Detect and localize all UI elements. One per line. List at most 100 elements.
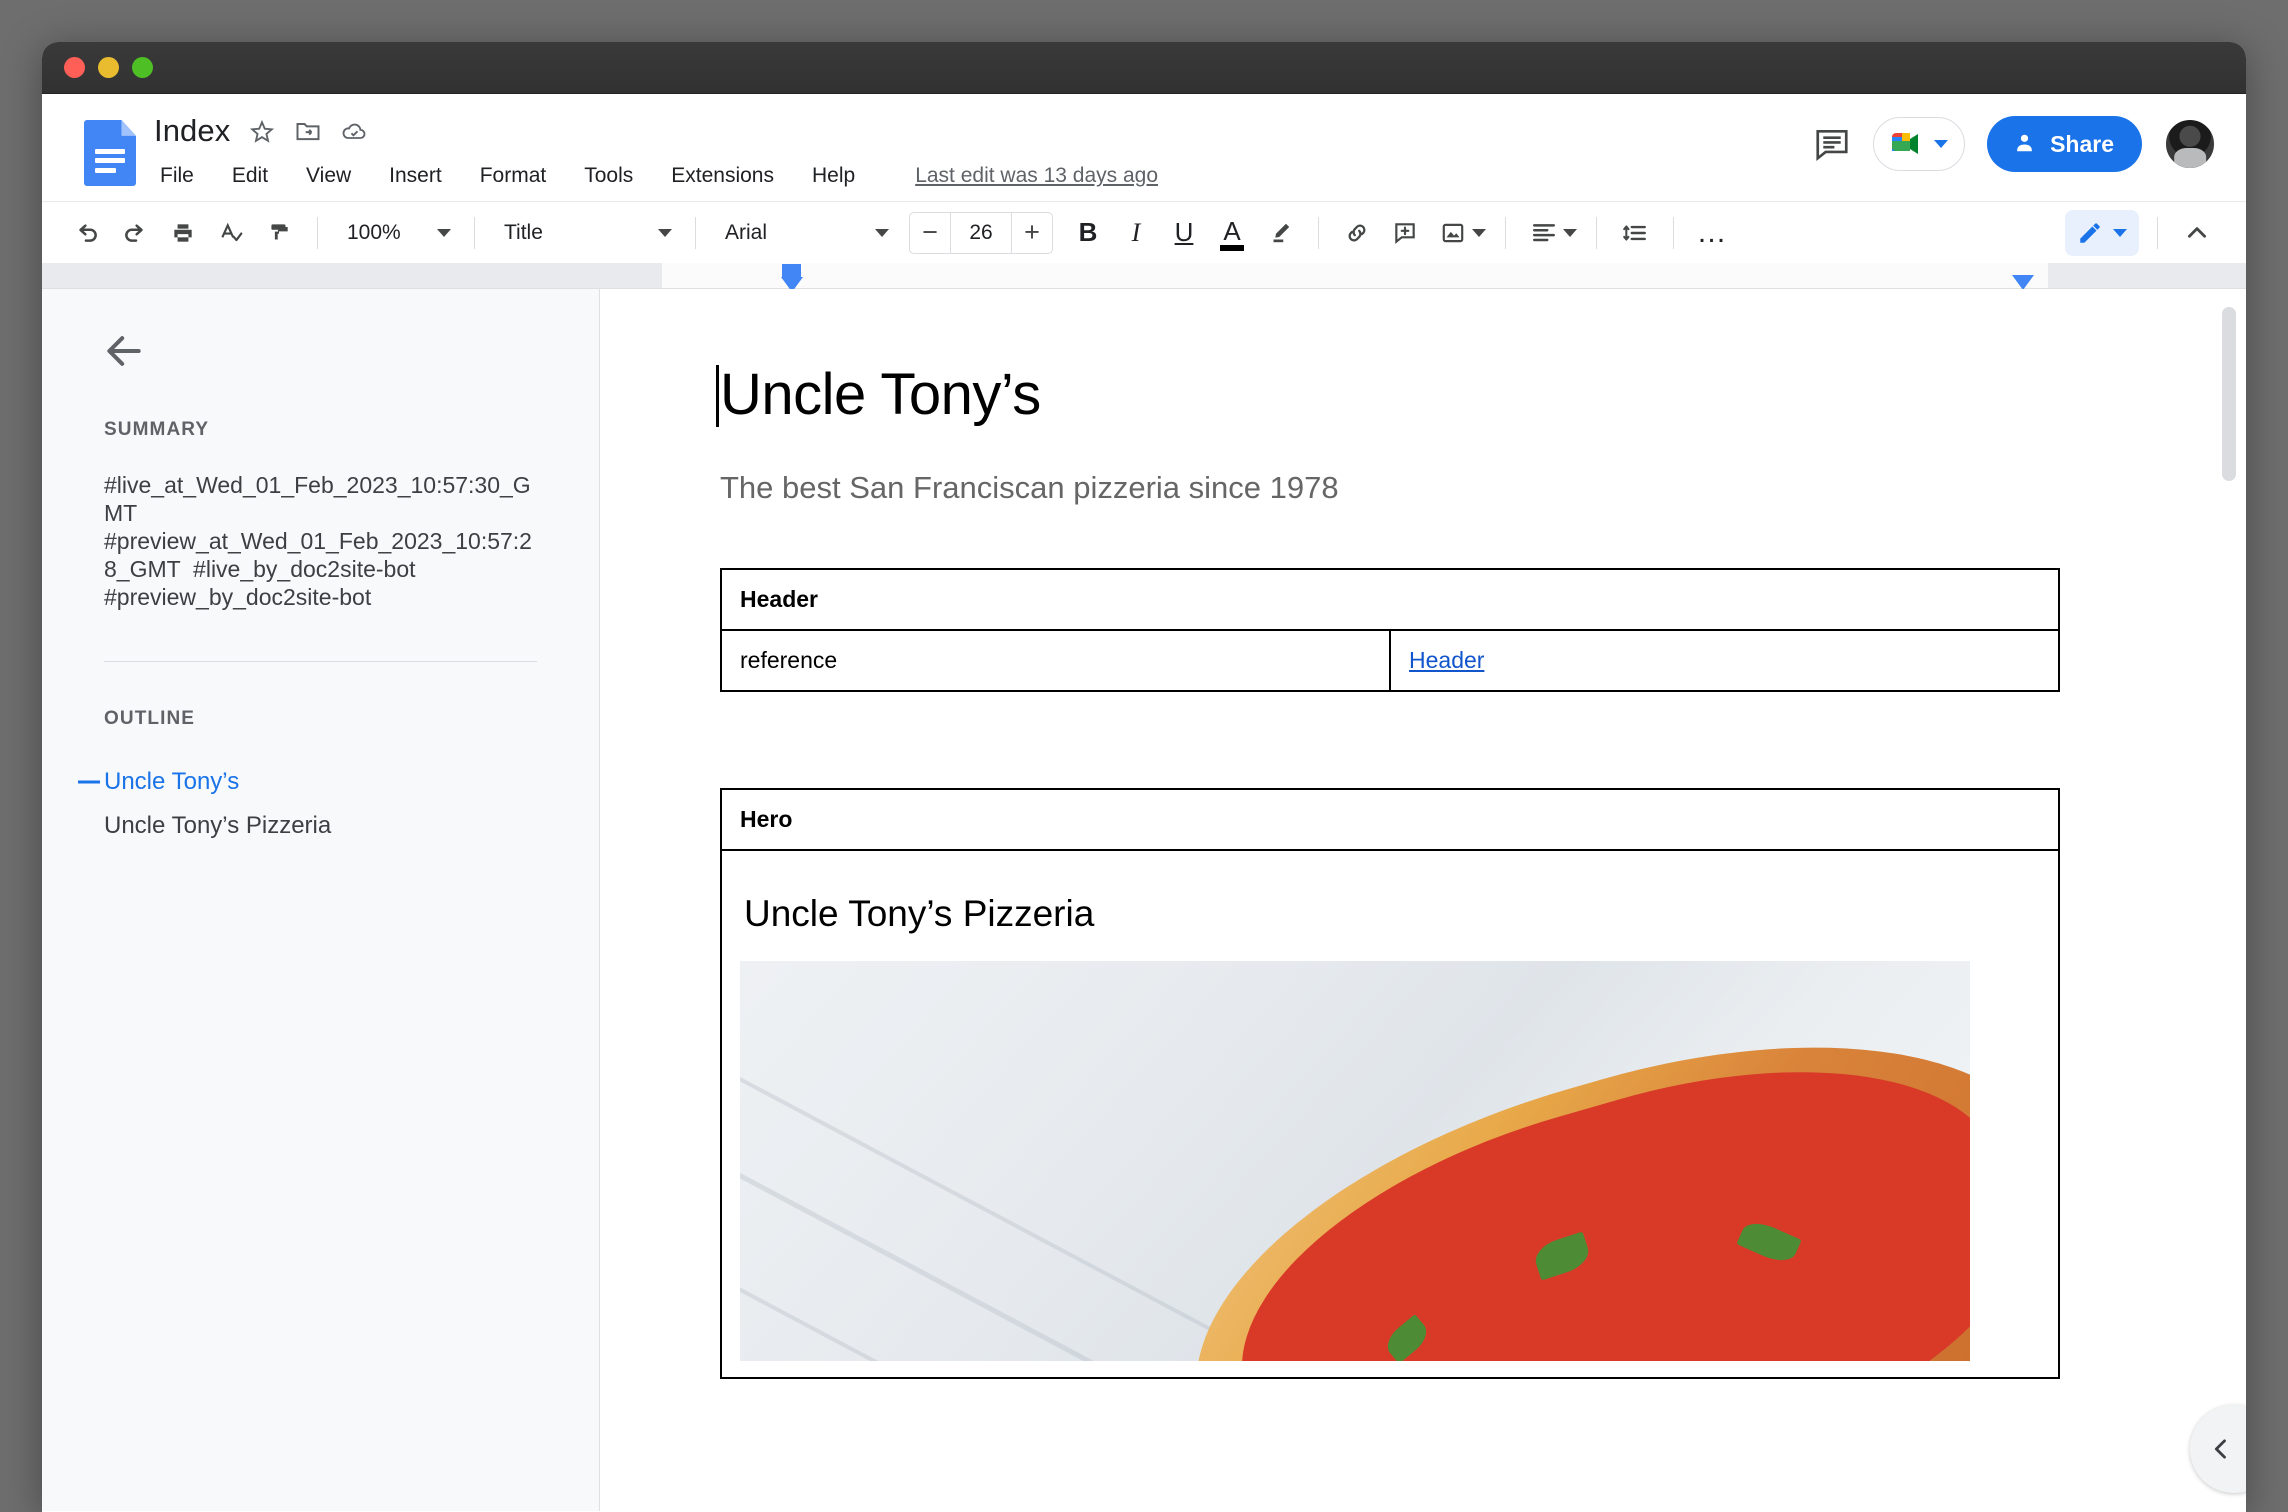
body-area: SUMMARY #live_at_Wed_01_Feb_2023_10:57:3… <box>42 289 2246 1511</box>
chevron-down-icon <box>658 229 672 237</box>
window-close-button[interactable] <box>64 57 85 78</box>
menu-edit[interactable]: Edit <box>226 161 274 191</box>
avatar[interactable] <box>2164 118 2216 170</box>
hero-block-table[interactable]: Hero Uncle Tony’s Pizzeria <box>720 788 2060 1379</box>
zoom-level-dropdown[interactable]: 100% <box>333 210 459 256</box>
print-icon[interactable] <box>160 210 206 256</box>
more-options-button[interactable]: … <box>1689 210 1735 256</box>
document-title[interactable]: Index <box>154 113 230 149</box>
last-edit-link[interactable]: Last edit was 13 days ago <box>915 164 1158 188</box>
bold-button[interactable]: B <box>1065 210 1111 256</box>
link-icon[interactable] <box>1334 210 1380 256</box>
window-titlebar <box>42 42 2246 94</box>
outline-sidebar: SUMMARY #live_at_Wed_01_Feb_2023_10:57:3… <box>42 289 600 1511</box>
paragraph-style-value: Title <box>504 221 543 245</box>
paint-format-icon[interactable] <box>256 210 302 256</box>
hero-table-caption: Hero <box>721 789 2059 850</box>
meet-icon <box>1888 129 1924 159</box>
table-row: Hero <box>721 789 2059 850</box>
cloud-saved-icon[interactable] <box>340 117 368 145</box>
zoom-level-value: 100% <box>347 221 401 245</box>
add-comment-icon[interactable] <box>1382 210 1428 256</box>
left-indent-marker[interactable] <box>782 264 803 292</box>
editing-mode-dropdown[interactable] <box>2065 210 2139 256</box>
font-size-increase-button[interactable]: + <box>1012 213 1052 253</box>
comment-icon[interactable] <box>1813 125 1851 163</box>
header-table-value-cell: Header <box>1390 630 2059 691</box>
toolbar-separator <box>1596 217 1597 249</box>
outline-item-uncle-tonys-pizzeria[interactable]: Uncle Tony’s Pizzeria <box>42 804 599 848</box>
menu-insert[interactable]: Insert <box>383 161 448 191</box>
font-size-decrease-button[interactable]: − <box>910 213 950 253</box>
align-dropdown[interactable] <box>1521 210 1581 256</box>
formatting-toolbar: 100% Title Arial − 26 + B I U A <box>42 201 2246 263</box>
menu-format[interactable]: Format <box>474 161 553 191</box>
document-subtitle[interactable]: The best San Franciscan pizzeria since 1… <box>720 470 2246 506</box>
right-indent-marker[interactable] <box>2012 275 2034 290</box>
horizontal-ruler[interactable] <box>42 263 2246 289</box>
line-spacing-icon[interactable] <box>1612 210 1658 256</box>
toolbar-separator <box>695 217 696 249</box>
highlight-icon[interactable] <box>1257 210 1303 256</box>
share-label: Share <box>2050 131 2114 158</box>
table-row: reference Header <box>721 630 2059 691</box>
ruler-page-area <box>662 263 2048 288</box>
chevron-down-icon <box>1563 229 1577 237</box>
sidebar-divider <box>104 661 537 662</box>
document-page[interactable]: Uncle Tony’s The best San Franciscan piz… <box>600 289 2246 1379</box>
paragraph-style-dropdown[interactable]: Title <box>490 210 680 256</box>
google-meet-button[interactable] <box>1873 117 1965 171</box>
chevron-down-icon[interactable] <box>1934 140 1948 148</box>
outline-label: OUTLINE <box>104 708 599 730</box>
docs-header: Index File Edit View Insert Format Tools… <box>42 94 2246 201</box>
toolbar-separator <box>2157 217 2158 249</box>
chevron-down-icon <box>437 229 451 237</box>
spellcheck-icon[interactable] <box>208 210 254 256</box>
font-family-dropdown[interactable]: Arial <box>711 210 897 256</box>
outline-item-uncle-tonys[interactable]: Uncle Tony’s <box>42 760 599 804</box>
google-docs-logo-icon[interactable] <box>84 120 136 186</box>
vertical-scrollbar[interactable] <box>2222 307 2236 481</box>
move-to-folder-icon[interactable] <box>294 117 322 145</box>
menu-view[interactable]: View <box>300 161 357 191</box>
chevron-down-icon <box>2113 229 2127 237</box>
menu-file[interactable]: File <box>154 161 200 191</box>
document-heading-title[interactable]: Uncle Tony’s <box>720 361 1041 428</box>
insert-image-dropdown[interactable] <box>1430 210 1490 256</box>
back-arrow-icon[interactable] <box>102 329 146 373</box>
toolbar-separator <box>1318 217 1319 249</box>
menu-bar: File Edit View Insert Format Tools Exten… <box>154 159 1158 193</box>
menu-help[interactable]: Help <box>806 161 861 191</box>
document-canvas[interactable]: Uncle Tony’s The best San Franciscan piz… <box>600 289 2246 1511</box>
font-size-input[interactable]: 26 <box>950 213 1012 253</box>
title-row: Index <box>154 108 1158 154</box>
collapse-toolbar-icon[interactable] <box>2174 210 2220 256</box>
menu-extensions[interactable]: Extensions <box>665 161 780 191</box>
hero-table-content-cell: Uncle Tony’s Pizzeria <box>721 850 2059 1378</box>
star-icon[interactable] <box>248 117 276 145</box>
redo-icon[interactable] <box>112 210 158 256</box>
summary-text[interactable]: #live_at_Wed_01_Feb_2023_10:57:30_GMT #p… <box>104 471 537 611</box>
chevron-down-icon <box>1472 229 1486 237</box>
underline-button[interactable]: U <box>1161 210 1207 256</box>
pizza-photo[interactable] <box>740 961 1970 1361</box>
table-row: Header <box>721 569 2059 630</box>
menu-tools[interactable]: Tools <box>578 161 639 191</box>
header-block-table[interactable]: Header reference Header <box>720 568 2060 692</box>
text-color-button[interactable]: A <box>1209 210 1255 256</box>
hero-heading[interactable]: Uncle Tony’s Pizzeria <box>744 893 2040 935</box>
undo-icon[interactable] <box>64 210 110 256</box>
toolbar-separator <box>1673 217 1674 249</box>
toolbar-separator <box>317 217 318 249</box>
italic-button[interactable]: I <box>1113 210 1159 256</box>
insert-image-icon <box>1438 210 1468 256</box>
chevron-left-icon[interactable] <box>2190 1405 2246 1493</box>
text-color-swatch <box>1220 245 1244 251</box>
chevron-down-icon <box>875 229 889 237</box>
header-reference-link[interactable]: Header <box>1409 647 1484 673</box>
title-and-menus: Index File Edit View Insert Format Tools… <box>154 108 1158 193</box>
window-maximize-button[interactable] <box>132 57 153 78</box>
font-family-value: Arial <box>725 221 767 245</box>
window-minimize-button[interactable] <box>98 57 119 78</box>
share-button[interactable]: Share <box>1987 116 2142 172</box>
